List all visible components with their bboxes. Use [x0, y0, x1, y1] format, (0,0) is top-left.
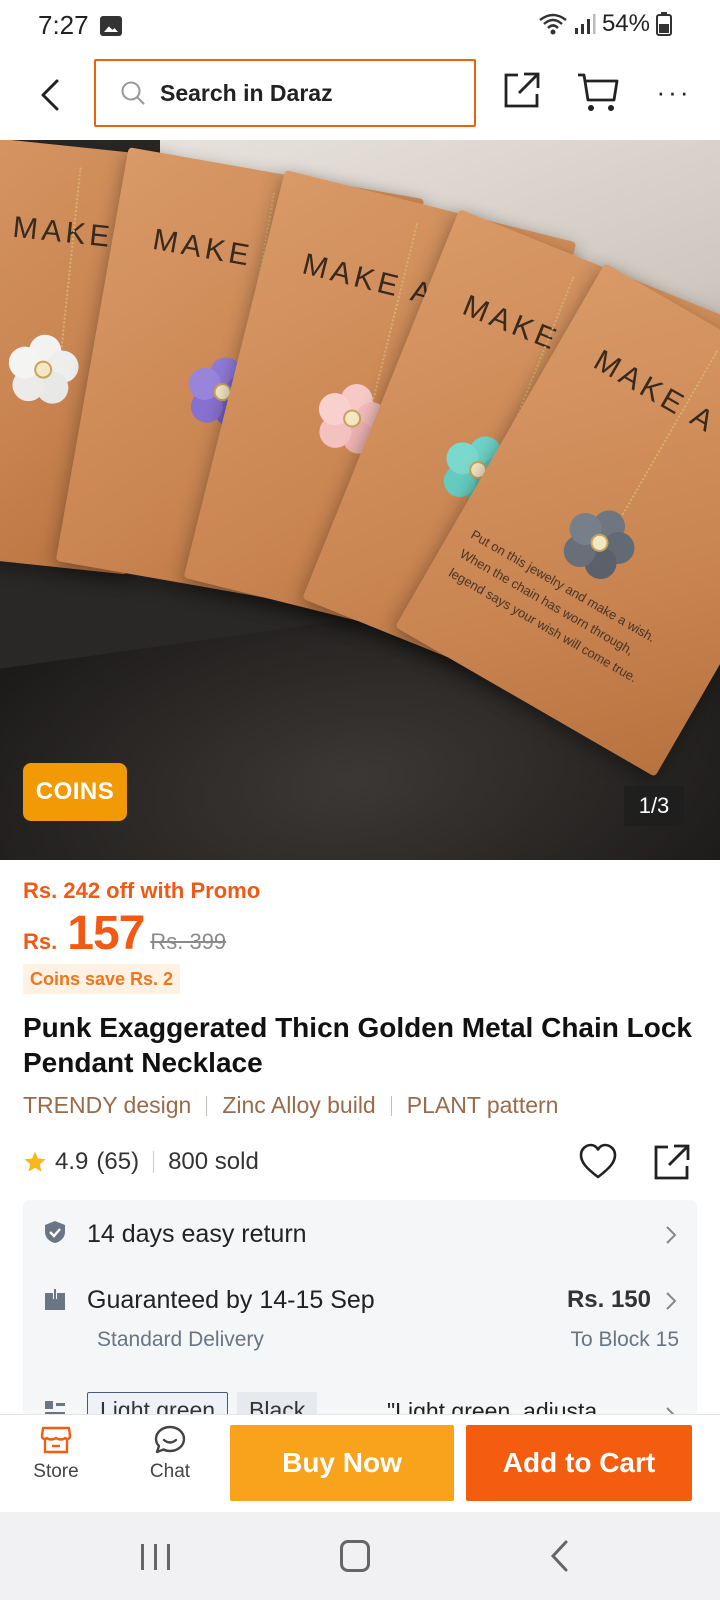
chevron-right-icon — [666, 1226, 677, 1244]
status-right: 54% — [538, 10, 672, 38]
promo-discount[interactable]: Rs. 242 off with Promo — [23, 878, 260, 904]
wifi-icon — [538, 12, 568, 36]
shield-check-icon — [45, 1221, 65, 1243]
system-navigation-bar — [0, 1512, 720, 1600]
return-policy-text: 14 days easy return — [87, 1220, 307, 1248]
variant-chip-light-green[interactable]: Light green — [87, 1392, 229, 1415]
sold-count: 800 sold — [168, 1148, 259, 1175]
variant-list-icon — [45, 1401, 65, 1415]
card-heading: MAKE A — [588, 343, 720, 441]
divider — [390, 1095, 392, 1116]
battery-icon — [656, 12, 672, 36]
share-product-button[interactable] — [652, 1142, 696, 1186]
rating-count: (65) — [96, 1148, 140, 1175]
battery-percent: 54% — [601, 10, 650, 37]
share-icon — [654, 1144, 690, 1180]
rating-value: 4.9 — [55, 1148, 89, 1175]
product-title: Punk Exaggerated Thicn Golden Metal Chai… — [23, 1012, 693, 1078]
status-time: 7:27 — [38, 10, 89, 40]
current-price: 157 — [67, 907, 145, 960]
system-back-button[interactable] — [550, 1540, 570, 1572]
attribute-material: Zinc Alloy build — [222, 1092, 376, 1118]
coins-save-badge: Coins save Rs. 2 — [23, 964, 181, 994]
card-heading: MAKE A — [299, 247, 439, 313]
variant-chip-black[interactable]: Black — [237, 1392, 318, 1415]
delivery-price: Rs. 150 — [566, 1286, 651, 1313]
price-row: Rs. 157 Rs. 399 — [23, 906, 226, 966]
cart-icon — [578, 73, 619, 111]
service-info-panel: 14 days easy return Guaranteed by 14-15 … — [23, 1200, 697, 1415]
heart-icon — [579, 1143, 617, 1179]
product-image-carousel[interactable]: MAKE A MAKE A MAKE A MAKE A MAKE A Put o… — [0, 140, 720, 860]
top-nav: Search in Daraz ··· — [0, 52, 720, 140]
attribute-pattern: PLANT pattern — [406, 1092, 559, 1118]
delivery-location: To Block 15 — [570, 1328, 679, 1351]
delivery-box-icon — [45, 1289, 65, 1310]
back-arrow-icon — [41, 79, 59, 111]
status-bar: 7:27 54% — [0, 0, 720, 52]
divider — [206, 1095, 208, 1116]
back-button[interactable] — [30, 70, 70, 120]
price-currency: Rs. — [23, 929, 58, 954]
share-icon — [504, 72, 540, 108]
return-policy-row[interactable]: 14 days easy return — [23, 1200, 697, 1270]
star-icon — [24, 1151, 46, 1172]
search-input[interactable]: Search in Daraz — [94, 59, 476, 127]
rating-row[interactable]: 4.9 (65) 800 sold — [23, 1148, 259, 1176]
coins-badge[interactable]: COINS — [23, 763, 127, 821]
selected-variant-text[interactable]: "Light green, adjusta — [387, 1398, 597, 1415]
search-placeholder: Search in Daraz — [160, 79, 333, 106]
image-page-indicator: 1/3 — [624, 786, 684, 826]
signal-icon — [574, 13, 596, 35]
wishlist-button[interactable] — [578, 1142, 622, 1186]
chevron-right-icon — [666, 1292, 677, 1310]
more-icon: ··· — [656, 76, 692, 107]
store-label: Store — [33, 1461, 79, 1482]
product-attributes: TRENDY design Zinc Alloy build PLANT pat… — [23, 1092, 558, 1119]
cart-button[interactable] — [576, 70, 622, 114]
white-flower-pendant — [5, 331, 82, 408]
gallery-notification-icon — [100, 16, 122, 36]
add-to-cart-button[interactable]: Add to Cart — [466, 1425, 692, 1501]
delivery-type: Standard Delivery — [97, 1328, 264, 1351]
share-button[interactable] — [502, 70, 546, 114]
attribute-design: TRENDY design — [23, 1092, 192, 1118]
more-options-button[interactable]: ··· — [652, 70, 696, 114]
store-icon — [40, 1426, 72, 1454]
chat-button[interactable]: Chat — [132, 1425, 208, 1505]
buy-now-button[interactable]: Buy Now — [230, 1425, 454, 1501]
search-icon — [121, 81, 145, 105]
divider — [153, 1151, 155, 1173]
delivery-title: Guaranteed by 14-15 Sep — [87, 1286, 375, 1314]
delivery-row[interactable]: Guaranteed by 14-15 Sep Standard Deliver… — [23, 1272, 697, 1382]
chat-label: Chat — [149, 1461, 191, 1482]
original-price: Rs. 399 — [150, 929, 227, 954]
recent-apps-button[interactable] — [136, 1542, 176, 1572]
bottom-action-bar: Store Chat Buy Now Add to Cart — [0, 1414, 720, 1512]
chat-icon — [154, 1425, 186, 1454]
store-button[interactable]: Store — [18, 1425, 94, 1505]
home-button[interactable] — [340, 1540, 370, 1572]
